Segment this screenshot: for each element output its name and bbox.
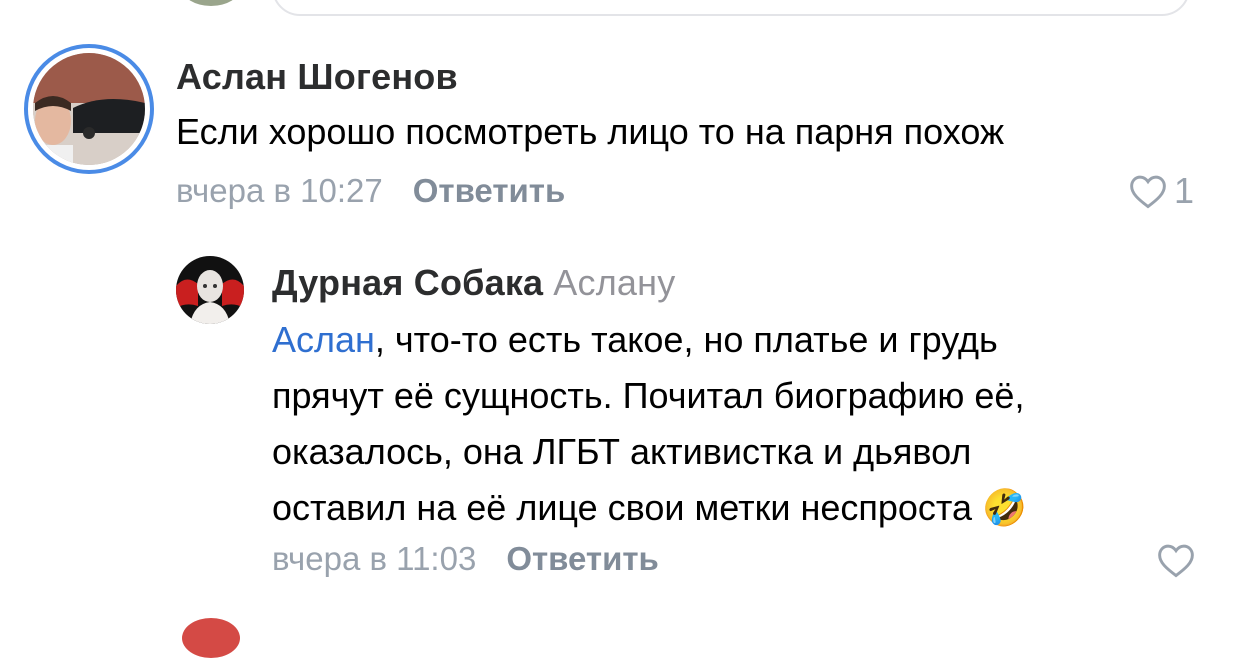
comment-meta: вчера в 10:27 Ответить: [176, 172, 565, 210]
comment-author[interactable]: Аслан Шогенов: [176, 56, 458, 98]
comment-input-field[interactable]: [272, 0, 1190, 16]
heart-icon: [1158, 544, 1194, 578]
text-span: , что-то есть такое, но платье и грудь: [374, 319, 998, 360]
heart-icon: [1130, 175, 1166, 209]
comment-text: Аслан, что-то есть такое, но платье и гр…: [272, 312, 1027, 537]
mention-link[interactable]: Аслан: [272, 319, 375, 360]
comment-timestamp: вчера в 11:03: [272, 540, 477, 577]
text-span: оставил на её лице свои метки неспроста: [272, 487, 972, 528]
previous-avatar: [182, 0, 240, 6]
like-count: 1: [1174, 170, 1195, 211]
avatar: [33, 53, 145, 165]
comment-text: Если хорошо посмотреть лицо то на парня …: [176, 111, 1005, 152]
like-button[interactable]: [1156, 542, 1196, 578]
next-avatar: [182, 618, 240, 658]
comment-author: Дурная Собака Аслану: [272, 262, 675, 304]
author-name[interactable]: Дурная Собака: [272, 262, 543, 303]
comment-text-line: прячут её сущность. Почитал биографию её…: [272, 375, 1025, 416]
comment-text-line: оказалось, она ЛГБТ активистка и дьявол: [272, 431, 972, 472]
avatar[interactable]: [176, 256, 244, 324]
comment-timestamp: вчера в 10:27: [176, 172, 383, 209]
like-button[interactable]: 1: [1128, 170, 1194, 212]
comment-text-line: оставил на её лице свои метки неспроста …: [272, 480, 1027, 537]
rofl-emoji: 🤣: [982, 488, 1027, 529]
comment-meta: вчера в 11:03 Ответить: [272, 540, 659, 578]
reply-button[interactable]: Ответить: [506, 540, 659, 577]
reply-to-name[interactable]: Аслану: [553, 262, 675, 303]
comment-text-line: Аслан, что-то есть такое, но платье и гр…: [272, 312, 1027, 368]
avatar-story-ring[interactable]: [24, 44, 154, 174]
reply-button[interactable]: Ответить: [413, 172, 566, 209]
